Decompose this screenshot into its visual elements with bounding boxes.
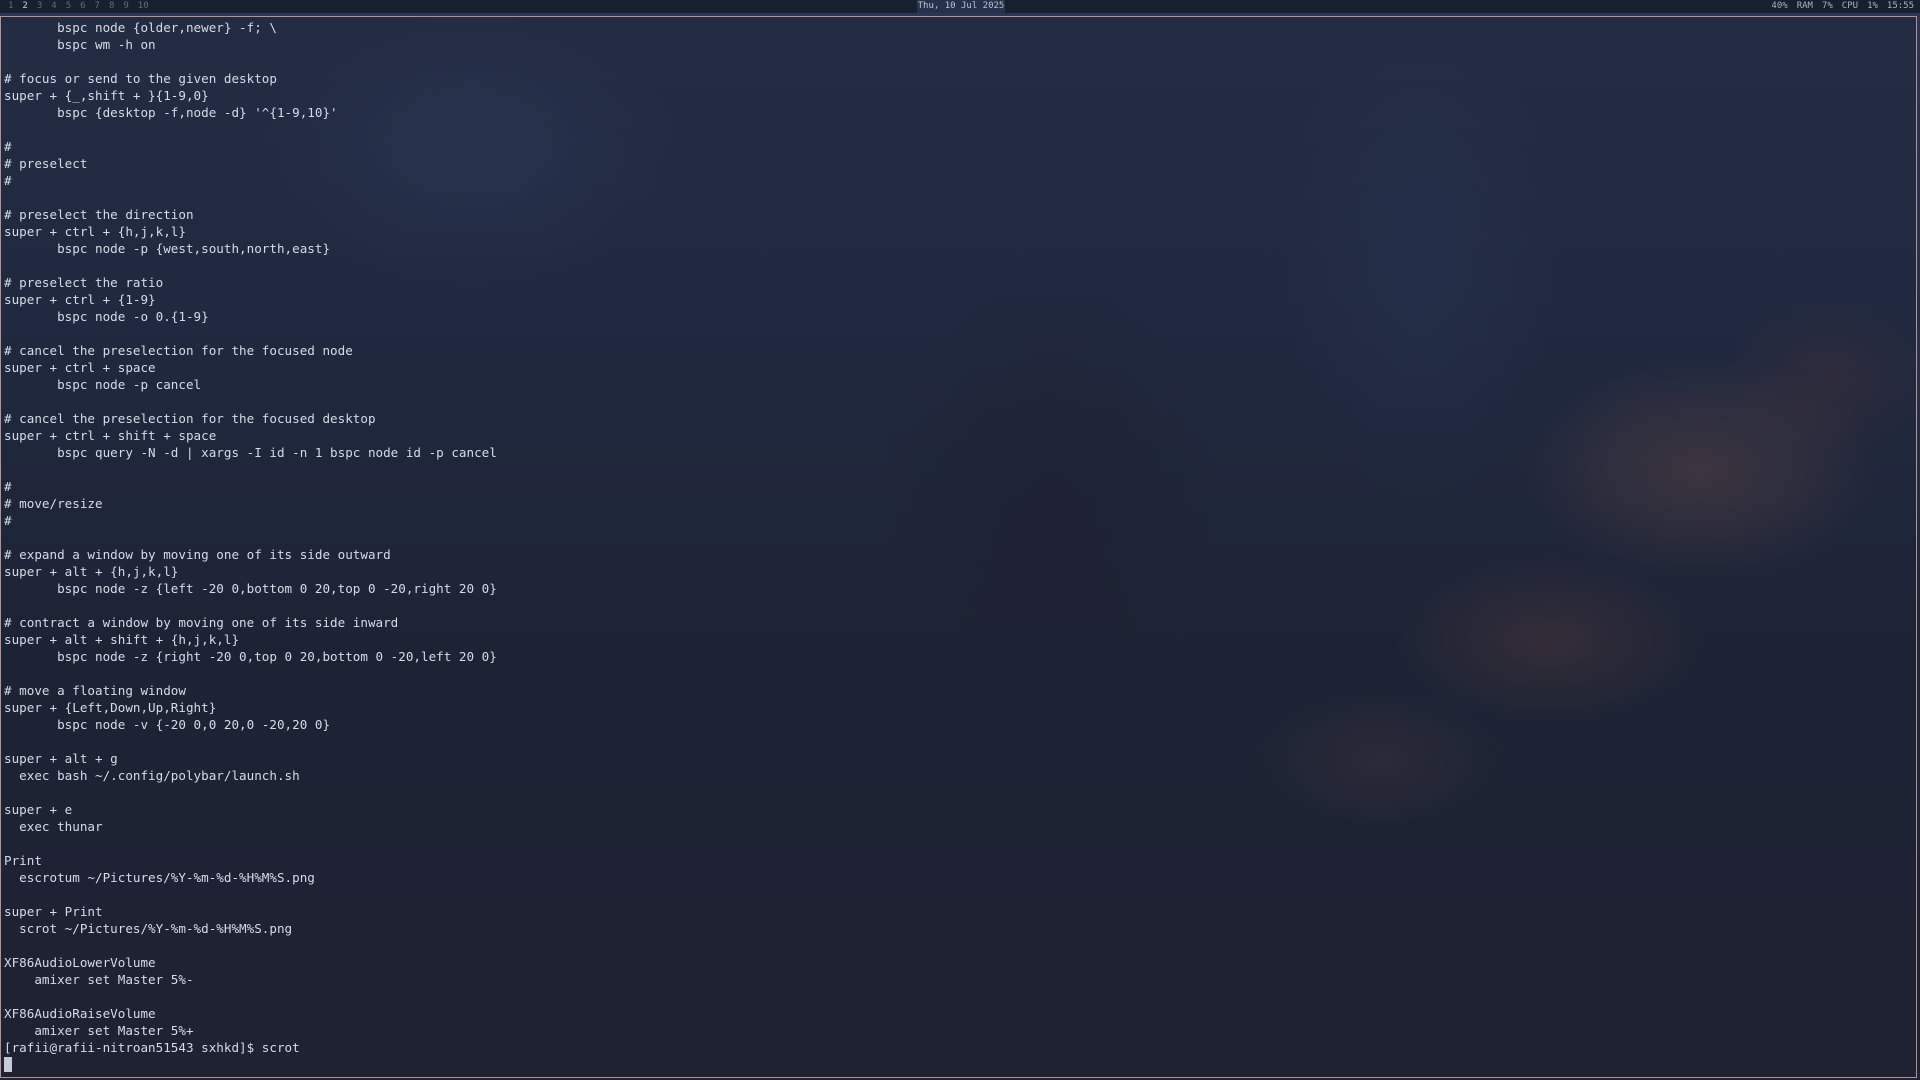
terminal-line: # expand a window by moving one of its s… <box>4 547 391 562</box>
workspace-9[interactable]: 9 <box>123 0 128 13</box>
stat-cpu-label: CPU <box>1841 1 1859 11</box>
terminal-line: super + ctrl + {1-9} <box>4 292 156 307</box>
stat-time: 15:55 <box>1886 1 1914 11</box>
terminal-line: # <box>4 173 12 188</box>
terminal-output: bspc node {older,newer} -f; \ bspc wm -h… <box>4 19 497 1072</box>
terminal-line: super + {Left,Down,Up,Right} <box>4 700 217 715</box>
terminal-line: super + ctrl + space <box>4 360 156 375</box>
terminal-line: exec bash ~/.config/polybar/launch.sh <box>4 768 300 783</box>
terminal-line: bspc query -N -d | xargs -I id -n 1 bspc… <box>4 445 497 460</box>
terminal-line: # preselect <box>4 156 88 171</box>
system-stats: 40% RAM 7% CPU 1% 15:55 <box>1771 0 1914 13</box>
terminal-line: scrot ~/Pictures/%Y-%m-%d-%H%M%S.png <box>4 921 293 936</box>
terminal-line: Print <box>4 853 42 868</box>
terminal-line: bspc node -v {-20 0,0 20,0 -20,20 0} <box>4 717 331 732</box>
terminal-line: # move/resize <box>4 496 103 511</box>
workspace-5[interactable]: 5 <box>66 0 71 13</box>
terminal-line: XF86AudioRaiseVolume <box>4 1006 156 1021</box>
stat-ram-label: RAM <box>1796 1 1813 11</box>
stat-extra-percent: 1% <box>1867 1 1878 11</box>
terminal-line: bspc wm -h on <box>4 37 156 52</box>
terminal-window[interactable]: bspc node {older,newer} -f; \ bspc wm -h… <box>0 16 1917 1078</box>
terminal-line: amixer set Master 5%- <box>4 972 194 987</box>
terminal-line: # focus or send to the given desktop <box>4 71 277 86</box>
workspace-3[interactable]: 3 <box>37 0 42 13</box>
terminal-line: bspc node -o 0.{1-9} <box>4 309 209 324</box>
terminal-line: # cancel the preselection for the focuse… <box>4 411 376 426</box>
terminal-line: super + alt + shift + {h,j,k,l} <box>4 632 240 647</box>
terminal-line: amixer set Master 5%+ <box>4 1023 194 1038</box>
terminal-line: exec thunar <box>4 819 103 834</box>
terminal-line: super + Print <box>4 904 103 919</box>
terminal-line: # preselect the direction <box>4 207 194 222</box>
terminal-line: escrotum ~/Pictures/%Y-%m-%d-%H%M%S.png <box>4 870 315 885</box>
date-clock: Thu, 10 Jul 2025 <box>917 0 1005 13</box>
terminal-line: bspc node -z {right -20 0,top 0 20,botto… <box>4 649 497 664</box>
terminal-line: super + ctrl + shift + space <box>4 428 217 443</box>
terminal-line: super + ctrl + {h,j,k,l} <box>4 224 186 239</box>
terminal-line: # cancel the preselection for the focuse… <box>4 343 353 358</box>
terminal-line: # contract a window by moving one of its… <box>4 615 399 630</box>
terminal-line: # move a floating window <box>4 683 186 698</box>
terminal-line: super + {_,shift + }{1-9,0} <box>4 88 209 103</box>
terminal-line: XF86AudioLowerVolume <box>4 955 156 970</box>
terminal-line: # preselect the ratio <box>4 275 164 290</box>
workspace-10[interactable]: 10 <box>138 0 149 13</box>
status-bar: 1 2 3 4 5 6 7 8 9 10 Thu, 10 Jul 2025 40… <box>0 0 1920 13</box>
workspace-1[interactable]: 1 <box>8 0 13 13</box>
terminal-line: bspc node -z {left -20 0,bottom 0 20,top… <box>4 581 497 596</box>
terminal-line: # <box>4 139 12 154</box>
stat-cpu-percent: 7% <box>1821 1 1833 11</box>
terminal-line: bspc {desktop -f,node -d} '^{1-9,10}' <box>4 105 338 120</box>
terminal-line: super + alt + g <box>4 751 118 766</box>
workspace-8[interactable]: 8 <box>109 0 114 13</box>
workspace-4[interactable]: 4 <box>51 0 56 13</box>
workspace-2[interactable]: 2 <box>22 0 27 13</box>
terminal-cursor <box>4 1057 12 1072</box>
terminal-line: # <box>4 479 12 494</box>
workspace-6[interactable]: 6 <box>80 0 85 13</box>
stat-memory-percent: 40% <box>1771 1 1788 11</box>
terminal-line: super + e <box>4 802 73 817</box>
terminal-line: # <box>4 513 12 528</box>
terminal-line: bspc node -p {west,south,north,east} <box>4 241 331 256</box>
workspace-list: 1 2 3 4 5 6 7 8 9 10 <box>8 0 149 13</box>
terminal-line: bspc node -p cancel <box>4 377 202 392</box>
workspace-7[interactable]: 7 <box>95 0 100 13</box>
terminal-line: super + alt + {h,j,k,l} <box>4 564 179 579</box>
terminal-line: bspc node {older,newer} -f; \ <box>4 20 277 35</box>
shell-prompt[interactable]: [rafii@rafii-nitroan51543 sxhkd]$ scrot <box>4 1039 497 1056</box>
